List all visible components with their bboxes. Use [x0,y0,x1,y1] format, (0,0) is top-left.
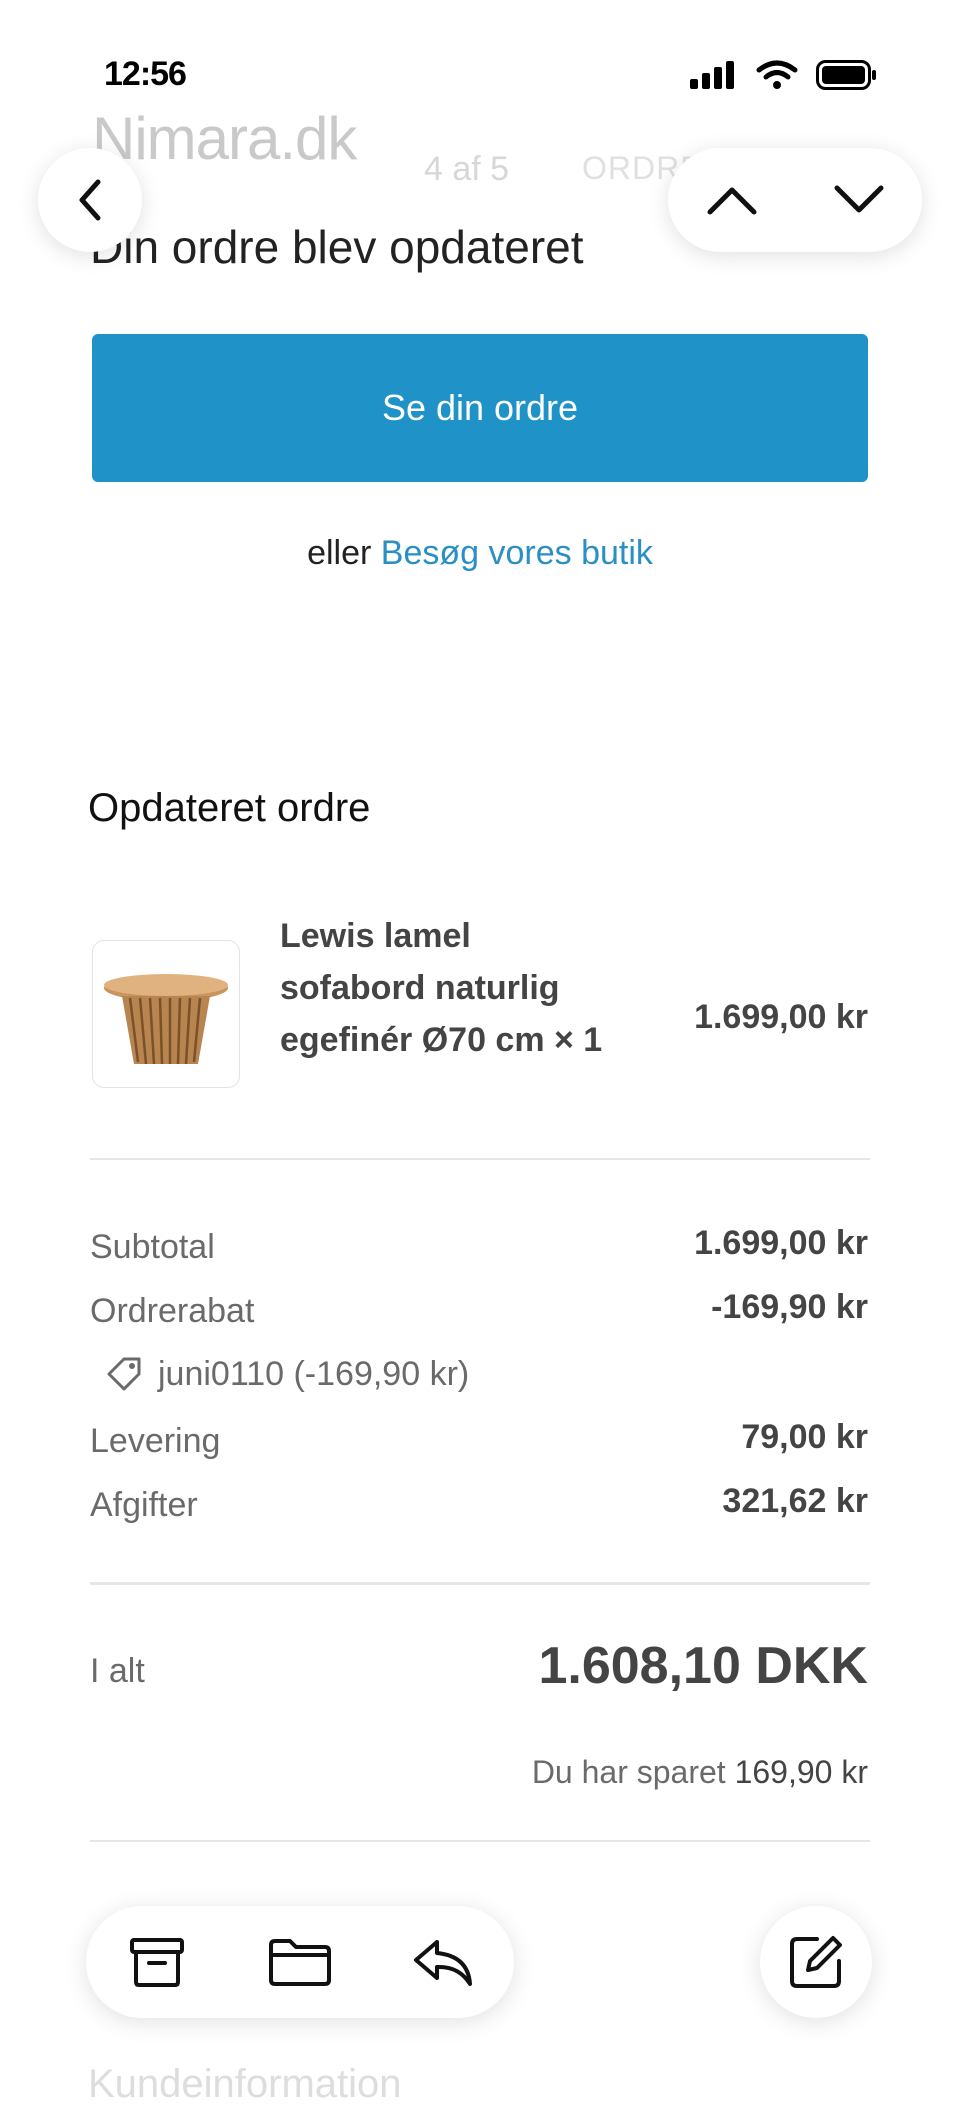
customer-info-heading: Kundeinformation [88,2062,402,2106]
wifi-icon [756,60,798,89]
chevron-left-icon [79,179,101,221]
back-button[interactable] [38,148,142,252]
message-position: 4 af 5 [424,150,510,188]
compose-icon [790,1936,842,1988]
view-order-button[interactable]: Se din ordre [92,334,868,482]
chevron-down-icon [834,185,883,213]
product-price: 1.699,00 kr [694,998,868,1036]
total-label: I alt [90,1652,145,1690]
taxes-value: 321,62 kr [722,1482,868,1520]
discount-label: Ordrerabat [90,1292,255,1330]
product-title: Lewis lamel sofabord naturlig egefinér Ø… [280,917,603,1059]
or-text: eller [307,534,372,572]
subtotal-value: 1.699,00 kr [694,1224,868,1262]
section-title: Opdateret ordre [88,786,371,830]
page-title: Din ordre blev opdateret [90,221,584,273]
savings-line: Du har sparet 169,90 kr [532,1754,868,1791]
move-to-folder-button[interactable] [252,1914,348,2010]
subtotal-label: Subtotal [90,1228,215,1266]
signal-icon [690,61,734,89]
divider [90,1582,870,1585]
savings-amount: 169,90 kr [734,1754,868,1790]
taxes-label: Afgifter [90,1486,198,1524]
mail-toolbar [86,1906,514,2018]
total-value: 1.608,10 DKK [538,1637,868,1695]
alt-action-line: eller Besøg vores butik [0,534,960,573]
next-message-button[interactable] [819,160,899,240]
visit-store-link[interactable]: Besøg vores butik [381,534,653,572]
folder-icon [268,1939,331,1986]
archive-icon [130,1938,185,1987]
shipping-value: 79,00 kr [741,1418,868,1456]
coffee-table-image [104,974,228,1065]
archive-button[interactable] [109,1914,205,2010]
previous-message-button[interactable] [692,160,772,240]
chevron-up-icon [707,187,756,215]
product-thumbnail [92,940,240,1088]
compose-button[interactable] [760,1906,872,2018]
reply-button[interactable] [395,1914,491,2010]
divider [90,1158,870,1160]
shipping-label: Levering [90,1422,221,1460]
discount-code-row: juni0110 (-169,90 kr) [104,1354,469,1394]
message-navigation [668,148,922,252]
reply-icon [413,1940,472,1986]
brand-name: Nimara.dk [92,105,357,172]
discount-code: juni0110 (-169,90 kr) [158,1354,470,1393]
divider [90,1840,870,1842]
discount-value: -169,90 kr [711,1288,868,1326]
status-time: 12:56 [104,55,187,93]
tag-icon [107,1357,141,1391]
status-icons [690,60,878,90]
savings-label: Du har sparet [531,1754,726,1790]
battery-icon [816,60,876,90]
